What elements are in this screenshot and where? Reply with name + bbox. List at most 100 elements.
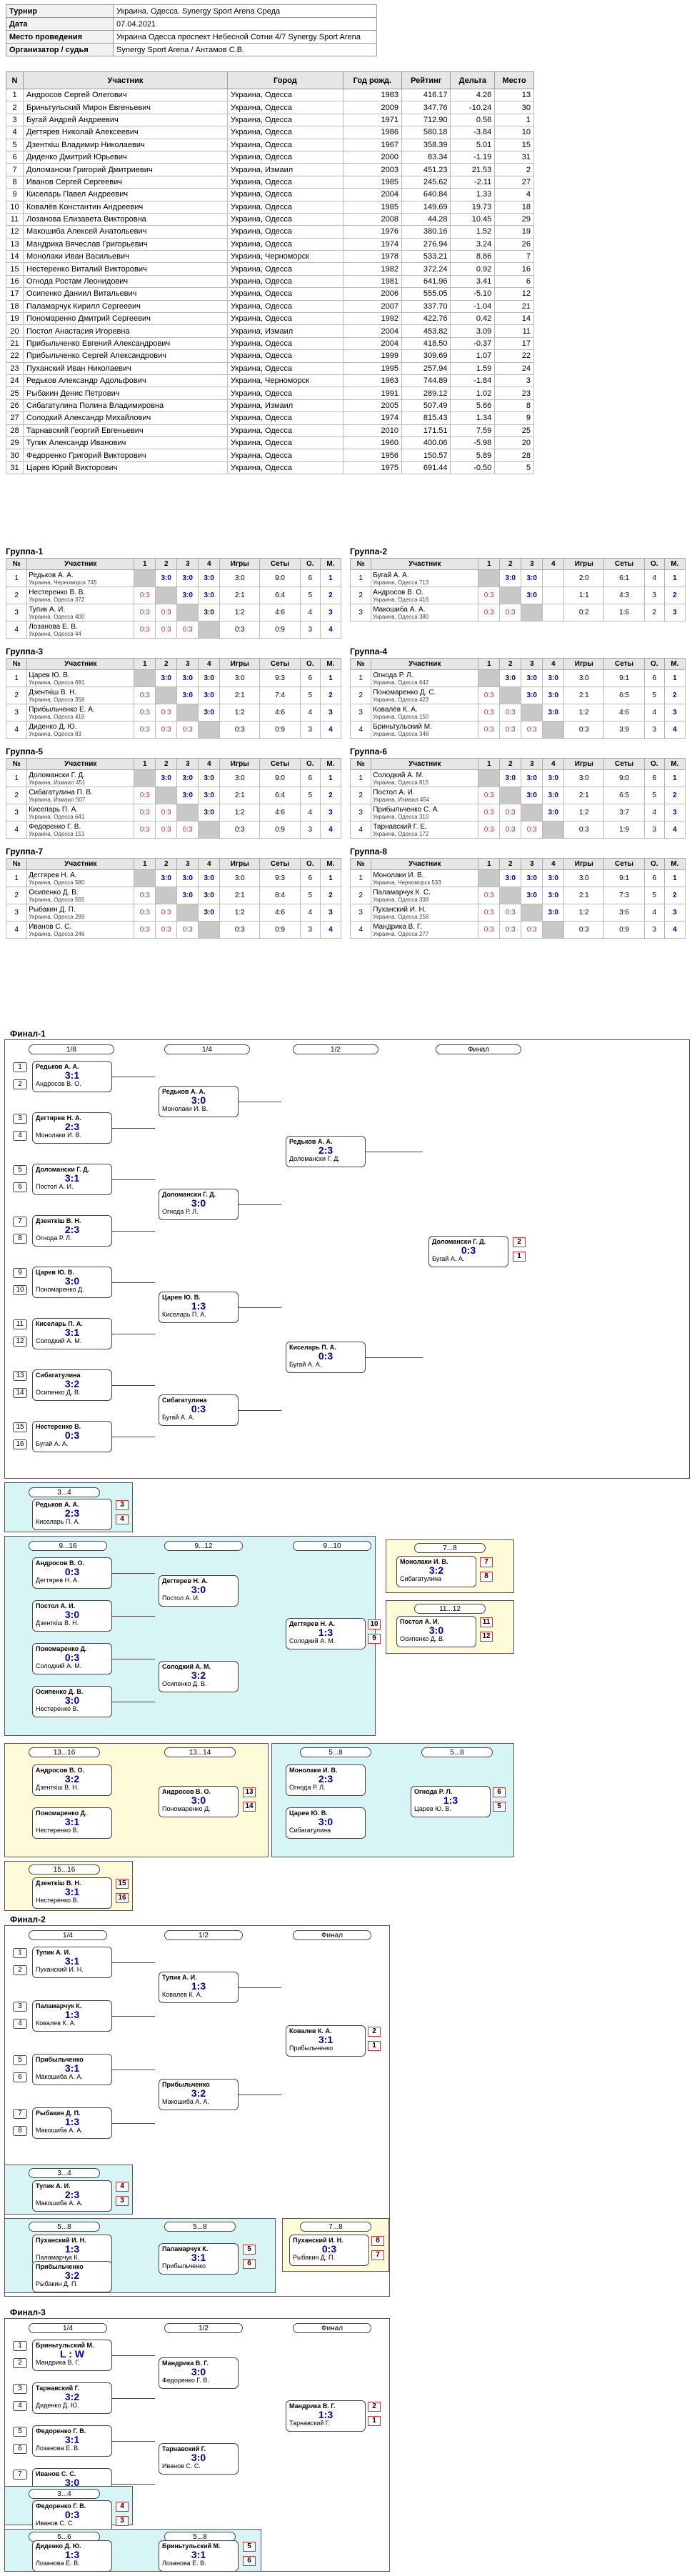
- match-score: 1:3: [443, 1794, 458, 1806]
- match-score: 3:1: [64, 2062, 80, 2074]
- group-row-number: 1: [5, 869, 28, 887]
- table-cell: 19: [494, 225, 534, 239]
- bracket-match[interactable]: Федоренко Г. В. 0:3 Иванов С. С.: [32, 2500, 112, 2532]
- final-place: 8: [371, 2236, 384, 2246]
- match-player-b: Макошиба А. А.: [162, 2098, 209, 2105]
- bracket-match[interactable]: Редьков А. А. 2:3 Доломански Г. Д.: [286, 1136, 366, 1167]
- group-match-cell: 3:0: [542, 887, 565, 904]
- table-cell: 17: [494, 336, 534, 351]
- table-cell: Украина, Одесса: [227, 113, 344, 127]
- bracket-match[interactable]: Ковалев К. А. 3:1 Прибыльченко: [286, 2025, 366, 2057]
- bracket-match[interactable]: Дзенткіш В. Н. 2:3 Огнода Р. Л.: [32, 1215, 112, 1247]
- group-row-number: 2: [349, 787, 372, 804]
- bracket-match[interactable]: Киселарь П. А. 3:1 Солодкий А. М.: [32, 1318, 112, 1349]
- group-table: № Участник 1 2 3 4 Игры Сеты О. М. 1 Бугай А. А. Укр…: [349, 558, 686, 621]
- match-score: 3:0: [191, 2452, 206, 2463]
- group-column-header: Сеты: [603, 758, 645, 770]
- group-column-header: Игры: [563, 758, 605, 770]
- table-cell: 1.34: [450, 411, 496, 425]
- bracket-match[interactable]: Пуханский И. Н. 0:3 Рыбакин Д. П.: [289, 2235, 369, 2266]
- bracket-match[interactable]: Андросов В. О. 3:2 Дзенткіш В. Н.: [32, 1764, 112, 1796]
- bracket-match[interactable]: Рыбакин Д. П. 1:3 Макошиба А. А.: [32, 2107, 112, 2139]
- bracket-match[interactable]: Царев Ю. В. 3:0 Пономаренко Д.: [32, 1267, 112, 1298]
- bracket-match[interactable]: Монолаки И. В. 2:3 Огнода Р. Л.: [286, 1764, 366, 1796]
- bracket-match[interactable]: Доломански Г. Д. 3:0 Огнода Р. Л.: [159, 1189, 239, 1220]
- column-header: N: [6, 71, 24, 89]
- group-row: 1 Огнода Р. Л. Украина, Одесса 642 3:0 3:0 3:…: [349, 669, 686, 687]
- bracket-match[interactable]: Киселарь П. А. 0:3 Бугай А. А.: [286, 1342, 366, 1373]
- bracket-match[interactable]: Мандрика В. Г. 1:3 Тарнавский Г.: [286, 2400, 366, 2432]
- bracket-match[interactable]: Федоренко Г. В. 3:1 Лозанова Е. В.: [32, 2425, 112, 2457]
- group-participant: Диденко Д. Ю. Украина, Одесса 83: [26, 721, 135, 739]
- group-points: 6: [643, 669, 665, 687]
- bracket-match[interactable]: Бриньтульский М. 3:1 Лозанова Е. В.: [159, 2540, 239, 2572]
- match-result: 0:3: [483, 726, 494, 734]
- group-row-number: 3: [5, 704, 28, 722]
- table-row: 4 Дегтярев Николай Алексеевич Украина, Оде…: [6, 126, 534, 139]
- bracket-match[interactable]: Осипенко Д. В. 3:0 Нестеренко В.: [32, 1686, 112, 1717]
- bracket-match[interactable]: Доломански Г. Д. 0:3 Бугай А. А.: [428, 1236, 508, 1267]
- bracket-match[interactable]: Монолаки И. В. 3:2 Сибагатулина: [396, 1556, 476, 1587]
- round-label: 3...4: [29, 2168, 100, 2178]
- bracket-match[interactable]: Прибыльченко 3:1 Макошиба А. А.: [32, 2054, 112, 2085]
- table-cell: -2.11: [450, 175, 496, 189]
- bracket-match[interactable]: Мандрика В. Г. 3:0 Федоренко Г. В.: [159, 2357, 239, 2389]
- bracket-match[interactable]: Постол А. И. 3:0 Осипенко Д. В.: [396, 1616, 476, 1647]
- bracket-match[interactable]: Пономаренко Д. 0:3 Солодкий А. М.: [32, 1643, 112, 1674]
- table-cell: 3.41: [450, 274, 496, 289]
- participant-name: Огнода Р. Л.: [373, 671, 413, 679]
- match-result: 3:0: [161, 874, 171, 882]
- group-match-cell: 0:3: [176, 921, 199, 939]
- bracket-match[interactable]: Сибагатулина 0:3 Бугай А. А.: [159, 1394, 239, 1426]
- table-cell: Андросов Сергей Олегович: [22, 88, 229, 102]
- bracket-match[interactable]: Царев Ю. В. 1:3 Киселарь П. А.: [159, 1292, 239, 1323]
- bracket-match[interactable]: Постол А. И. 3:0 Дзенткіш В. Н.: [32, 1600, 112, 1632]
- group-column-header: 2: [155, 558, 178, 570]
- bracket-match[interactable]: Редьков А. А. 3:0 Монолаки И. В.: [159, 1086, 239, 1117]
- match-player-b: Иванов С. С.: [162, 2462, 201, 2470]
- seed-number: 16: [13, 1439, 27, 1449]
- group-match-cell: 0:3: [155, 621, 178, 639]
- bracket-match[interactable]: Пономаренко Д. 3:1 Нестеренко В.: [32, 1807, 112, 1839]
- bracket-match[interactable]: Дегтярев Н. А. 1:3 Солодкий А. М.: [286, 1618, 366, 1649]
- match-result: 3:0: [204, 692, 214, 699]
- bracket-line: [112, 2123, 155, 2124]
- bracket-match[interactable]: Нестеренко В. 0:3 Бугай А. А.: [32, 1421, 112, 1452]
- round-label: 1/4: [29, 1930, 107, 1940]
- bracket-match[interactable]: Огнода Р. Л. 1:3 Царев Ю. В.: [411, 1786, 491, 1817]
- seed-number: 1: [13, 1948, 27, 1958]
- group-match-cell: 0:3: [478, 921, 501, 939]
- bracket-match[interactable]: Паламарчук К. 1:3 Ковалев К. А.: [32, 2000, 112, 2032]
- bracket-match[interactable]: Бриньтульский М. L : W Мандрика В. Г.: [32, 2340, 112, 2371]
- final-place: 5: [243, 2542, 256, 2552]
- bracket-match[interactable]: Доломански Г. Д. 3:1 Постол А. И.: [32, 1164, 112, 1195]
- bracket-match[interactable]: Дегтярев Н. А. 3:0 Постол А. И.: [159, 1575, 239, 1607]
- bracket-match[interactable]: Редьков А. А. 2:3 Киселарь П. А.: [32, 1499, 112, 1530]
- match-player-b: Макошиба А. А.: [36, 2127, 83, 2134]
- bracket-match[interactable]: Сибагатулина 3:2 Осипенко Д. В.: [32, 1369, 112, 1401]
- group-column-header: 1: [134, 858, 156, 870]
- bracket-match[interactable]: Диденко Д. Ю. 1:3 Лозанова Е. В.: [32, 2540, 112, 2572]
- bracket-match[interactable]: Тупик А. И. 2:3 Макошиба А. А.: [32, 2180, 112, 2212]
- group-place: 2: [663, 586, 686, 604]
- bracket-match[interactable]: Тарнавский Г. 3:2 Диденко Д. Ю.: [32, 2382, 112, 2414]
- bracket-match[interactable]: Андросов В. О. 0:3 Дегтярев Н. А.: [32, 1557, 112, 1589]
- bracket-match[interactable]: Солодкий А. М. 3:2 Осипенко Д. В.: [159, 1661, 239, 1692]
- group-row: 3 Пуханский И. Н. Украина, Одесса 258 0:3 0:…: [349, 904, 686, 922]
- bracket-match[interactable]: Царев Ю. В. 3:0 Сибагатулина: [286, 1807, 366, 1839]
- bracket-match[interactable]: Прибыльченко 3:2 Рыбакин Д. П.: [32, 2261, 112, 2292]
- group-match-cell: 3:0: [521, 687, 543, 704]
- bracket-match[interactable]: Редьков А. А. 3:1 Андросов В. О.: [32, 1061, 112, 1092]
- bracket-match[interactable]: Тарнавский Г. 3:0 Иванов С. С.: [159, 2443, 239, 2475]
- participant-name: Бриньтульский М.: [373, 722, 432, 731]
- bracket-match[interactable]: Паламарчук К. 3:1 Прибыльченко: [159, 2243, 239, 2275]
- bracket-match[interactable]: Андросов В. О. 3:0 Пономаренко Д.: [159, 1786, 239, 1817]
- bracket-match[interactable]: Дегтярев Н. А. 2:3 Монолаки И. В.: [32, 1112, 112, 1144]
- bracket-match[interactable]: Прибыльченко 3:2 Макошиба А. А.: [159, 2079, 239, 2110]
- group-match-cell: 3:0: [176, 787, 199, 804]
- bracket-match[interactable]: Тупик А. И. 3:1 Пуханский И. Н.: [32, 1947, 112, 1978]
- table-cell: 26: [494, 237, 534, 251]
- bracket-match[interactable]: Тупик А. И. 1:3 Ковалев К. А.: [159, 1972, 239, 2003]
- seed-number: 6: [13, 1182, 27, 1192]
- bracket-match[interactable]: Дзенткіш В. Н. 3:1 Нестеренко В.: [32, 1877, 112, 1909]
